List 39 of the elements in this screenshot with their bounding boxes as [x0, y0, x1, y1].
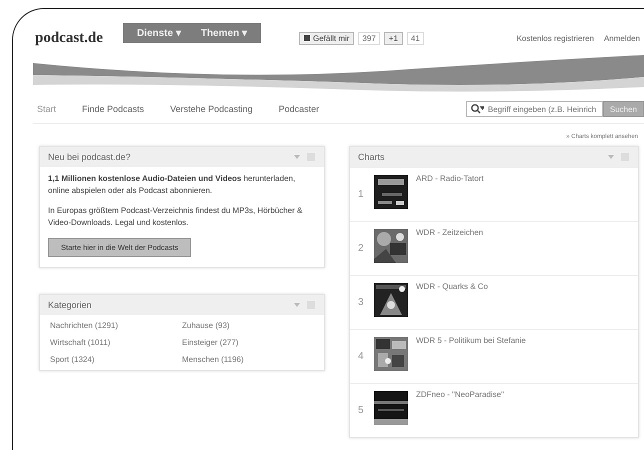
- nav-tab[interactable]: Finde Podcasts: [78, 101, 148, 117]
- chart-title[interactable]: WDR - Zeitzeichen: [416, 228, 484, 237]
- nav-tab[interactable]: Podcaster: [274, 101, 324, 117]
- search-icon: [470, 103, 484, 115]
- nav-tab[interactable]: Verstehe Podcasting: [166, 101, 257, 117]
- panel-title: Charts: [358, 152, 385, 162]
- panel-controls-icon[interactable]: [292, 152, 316, 162]
- like-button[interactable]: Gefällt mir: [298, 32, 354, 44]
- panel-controls-icon[interactable]: [606, 152, 630, 162]
- plus-one-button[interactable]: +1: [384, 32, 403, 44]
- chart-rank: 1: [358, 189, 365, 200]
- category-link[interactable]: Einsteiger (277): [182, 338, 314, 347]
- chart-rank: 4: [358, 351, 365, 362]
- chart-title[interactable]: ZDFneo - "NeoParadise": [416, 390, 504, 399]
- header-link[interactable]: Kostenlos registrieren: [516, 34, 594, 42]
- panel-title: Kategorien: [48, 300, 92, 310]
- nav-tab[interactable]: Start: [33, 101, 60, 117]
- chart-title[interactable]: ARD - Radio-Tatort: [416, 174, 484, 183]
- menu-item[interactable]: Themen ▾: [190, 23, 257, 43]
- category-link[interactable]: Menschen (1196): [182, 355, 314, 364]
- chart-rank: 5: [358, 405, 365, 416]
- chart-title[interactable]: WDR - Quarks & Co: [416, 282, 488, 291]
- category-link[interactable]: Wirtschaft (1011): [50, 338, 182, 347]
- category-link[interactable]: Sport (1324): [50, 355, 182, 364]
- chart-rank: 2: [358, 243, 365, 254]
- paragraph: In Europas größtem Podcast-Verzeichnis findest du MP3s, Hörbücher & Video-Downloads. Legal und kostenlos.: [48, 205, 304, 229]
- search-field[interactable]: Begriff eingeben (z.B. Heinrich: [466, 101, 603, 117]
- header-link[interactable]: Anmelden: [604, 34, 640, 42]
- chart-title[interactable]: WDR 5 - Politikum bei Stefanie: [416, 336, 526, 345]
- chart-rank: 3: [358, 297, 365, 308]
- panel-controls-icon[interactable]: [292, 300, 316, 310]
- logo[interactable]: podcast.de: [33, 26, 105, 50]
- share-count: 41: [406, 32, 424, 44]
- category-link[interactable]: Nachrichten (1291): [50, 321, 182, 330]
- share-count: 397: [358, 32, 380, 44]
- category-link[interactable]: Zuhause (93): [182, 321, 314, 330]
- paragraph: 1,1 Millionen kostenlose Audio-Dateien und Videos herunterladen, online abspielen oder als Podcast abonnieren.: [48, 173, 296, 197]
- panel-title: Neu bei podcast.de?: [48, 152, 131, 162]
- menu-item[interactable]: Dienste ▾: [126, 23, 191, 43]
